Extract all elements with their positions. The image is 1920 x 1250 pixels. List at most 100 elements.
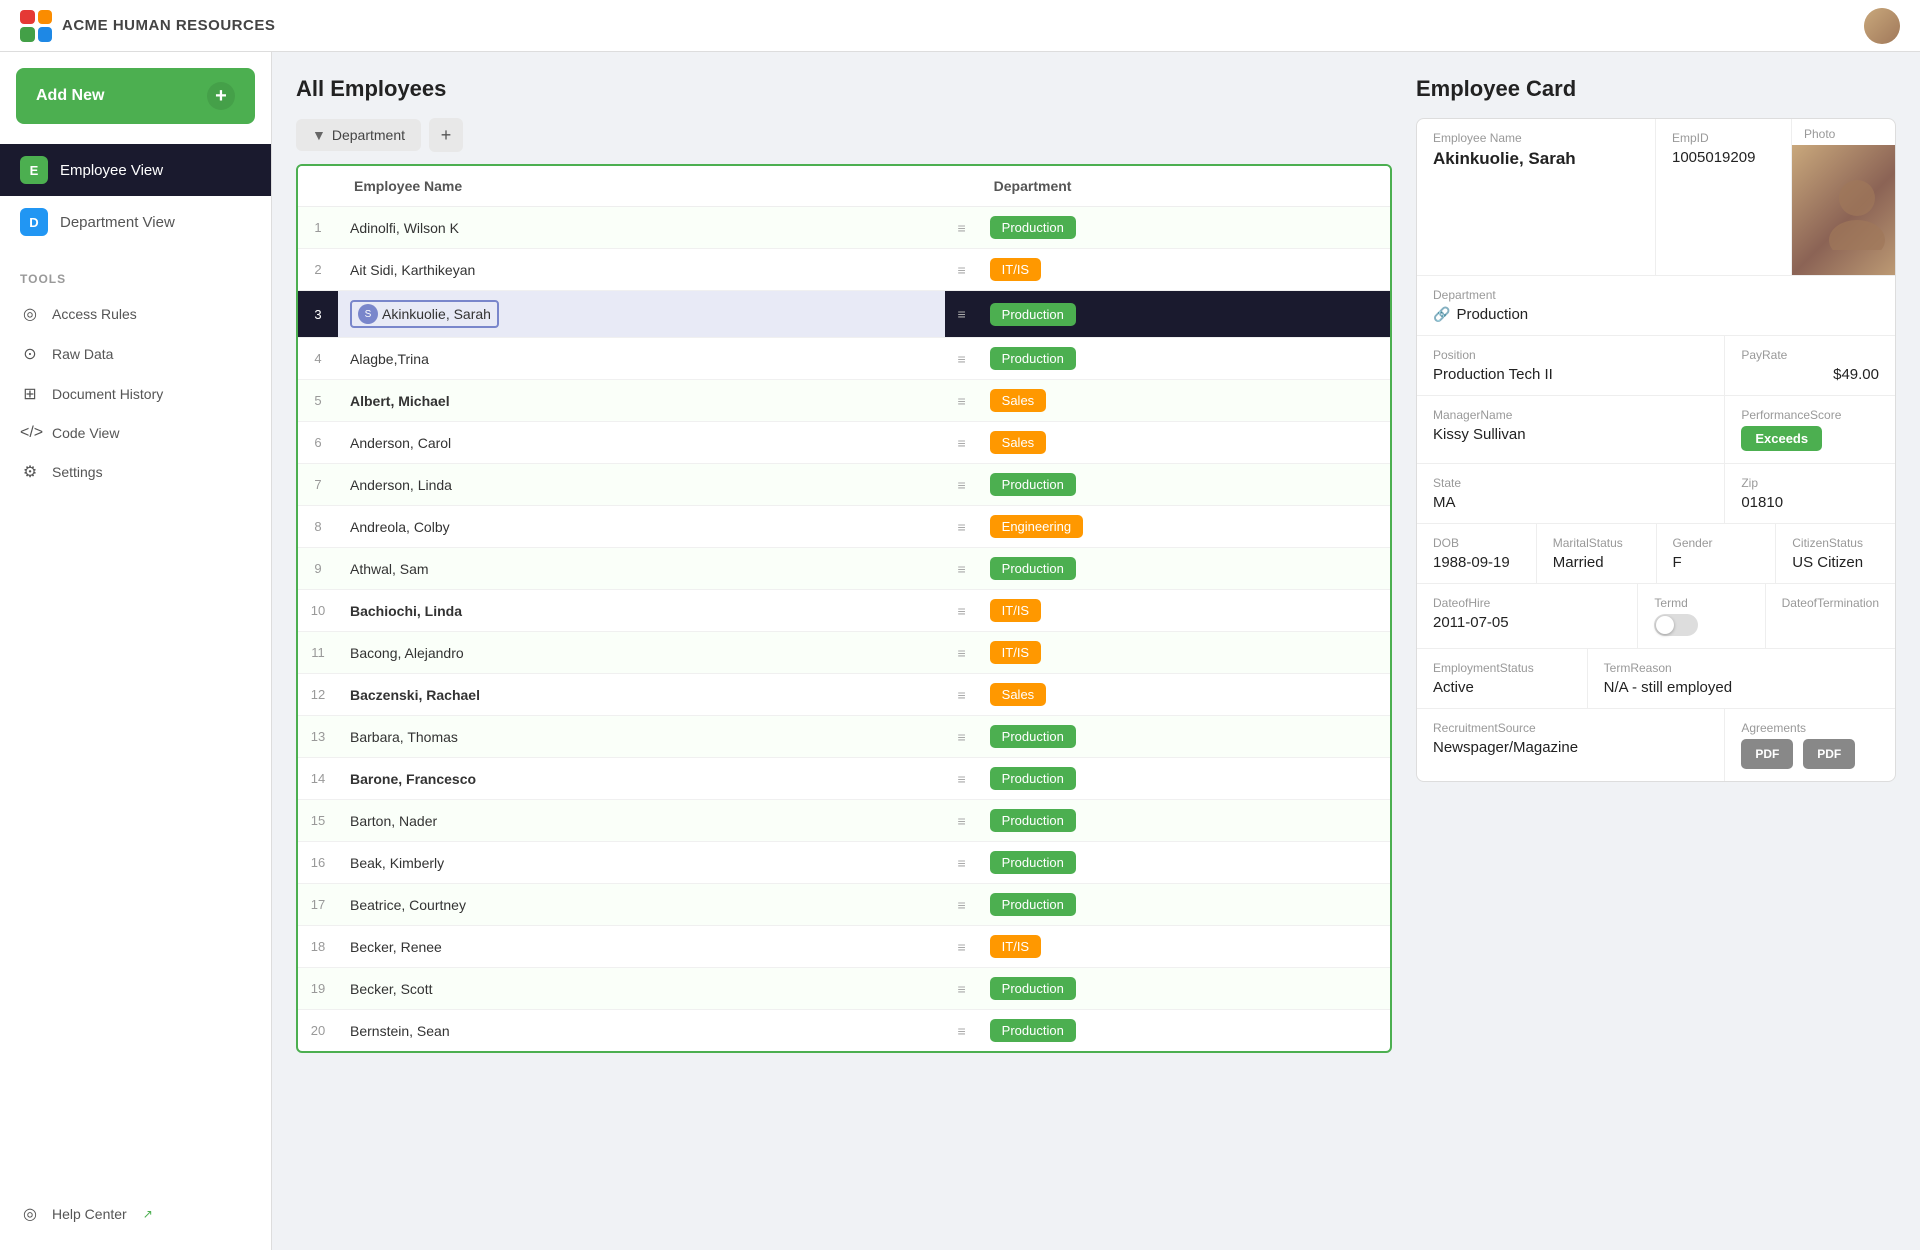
row-department: Production — [978, 842, 1390, 884]
header-left: ACME Human Resources — [20, 10, 275, 42]
row-employee-name: Anderson, Linda — [338, 464, 945, 506]
row-action[interactable]: ≡ — [945, 800, 977, 842]
tool-code-view[interactable]: </> Code View — [0, 414, 271, 452]
row-employee-name: Alagbe,Trina — [338, 338, 945, 380]
position-label: Position — [1433, 348, 1708, 362]
tool-raw-data[interactable]: ⊙ Raw Data — [0, 334, 271, 374]
row-number: 16 — [298, 842, 338, 884]
table-row[interactable]: 8Andreola, Colby≡Engineering — [298, 506, 1390, 548]
row-department: Engineering — [978, 506, 1390, 548]
table-row[interactable]: 1Adinolfi, Wilson K≡Production — [298, 207, 1390, 249]
row-action[interactable]: ≡ — [945, 548, 977, 590]
tool-document-history[interactable]: ⊞ Document History — [0, 374, 271, 414]
table-row[interactable]: 13Barbara, Thomas≡Production — [298, 716, 1390, 758]
table-row[interactable]: 18Becker, Renee≡IT/IS — [298, 926, 1390, 968]
agreements-label: Agreements — [1741, 721, 1879, 735]
add-filter-button[interactable]: + — [429, 118, 463, 152]
row-employee-name: Athwal, Sam — [338, 548, 945, 590]
row-action[interactable]: ≡ — [945, 380, 977, 422]
table-row[interactable]: 12Baczenski, Rachael≡Sales — [298, 674, 1390, 716]
dept-link[interactable]: 🔗 Production — [1433, 306, 1879, 323]
table-row[interactable]: 2Ait Sidi, Karthikeyan≡IT/IS — [298, 249, 1390, 291]
add-new-button[interactable]: Add New + — [16, 68, 255, 124]
sidebar-item-department-view[interactable]: D Department View — [0, 196, 271, 248]
row-number: 3 — [298, 291, 338, 338]
row-action[interactable]: ≡ — [945, 884, 977, 926]
help-center-item[interactable]: ◎ Help Center ↗ — [0, 1194, 271, 1234]
row-employee-name: Beatrice, Courtney — [338, 884, 945, 926]
settings-label: Settings — [52, 464, 103, 480]
termd-label: Termd — [1654, 596, 1748, 610]
card-row-position: Position Production Tech II PayRate $49.… — [1417, 336, 1895, 396]
table-row[interactable]: 14Barone, Francesco≡Production — [298, 758, 1390, 800]
table-row[interactable]: 20Bernstein, Sean≡Production — [298, 1010, 1390, 1052]
app-title: ACME Human Resources — [62, 17, 275, 34]
help-label: Help Center — [52, 1206, 127, 1222]
raw-data-icon: ⊙ — [20, 344, 40, 364]
row-number: 4 — [298, 338, 338, 380]
row-action[interactable]: ≡ — [945, 291, 977, 338]
table-row[interactable]: 19Becker, Scott≡Production — [298, 968, 1390, 1010]
performance-badge: Exceeds — [1741, 426, 1822, 451]
row-action[interactable]: ≡ — [945, 758, 977, 800]
tool-access-rules[interactable]: ◎ Access Rules — [0, 294, 271, 334]
table-row[interactable]: 6Anderson, Carol≡Sales — [298, 422, 1390, 464]
table-row[interactable]: 15Barton, Nader≡Production — [298, 800, 1390, 842]
table-row[interactable]: 17Beatrice, Courtney≡Production — [298, 884, 1390, 926]
row-action[interactable]: ≡ — [945, 590, 977, 632]
row-number: 11 — [298, 632, 338, 674]
row-action[interactable]: ≡ — [945, 842, 977, 884]
department-filter-button[interactable]: ▼ Department — [296, 119, 421, 151]
table-row[interactable]: 4Alagbe,Trina≡Production — [298, 338, 1390, 380]
hire-label: DateofHire — [1433, 596, 1621, 610]
card-row-name: Employee Name Akinkuolie, Sarah EmpID 10… — [1417, 119, 1895, 276]
table-row[interactable]: 9Athwal, Sam≡Production — [298, 548, 1390, 590]
row-action[interactable]: ≡ — [945, 249, 977, 291]
row-action[interactable]: ≡ — [945, 506, 977, 548]
sidebar-item-employee-view[interactable]: E Employee View — [0, 144, 271, 196]
row-number: 15 — [298, 800, 338, 842]
pdf-button-1[interactable]: PDF — [1741, 739, 1793, 769]
row-action[interactable]: ≡ — [945, 716, 977, 758]
employee-card-section: Employee Card Employee Name Akinkuolie, … — [1416, 76, 1896, 782]
col-dept: Department — [978, 166, 1390, 207]
row-number: 20 — [298, 1010, 338, 1052]
term-date-cell: DateofTermination — [1766, 584, 1895, 648]
gender-label: Gender — [1673, 536, 1760, 550]
dob-value: 1988-09-19 — [1433, 554, 1520, 571]
termd-toggle[interactable] — [1654, 614, 1698, 636]
row-action[interactable]: ≡ — [945, 207, 977, 249]
main-layout: Add New + E Employee View D Department V… — [0, 52, 1920, 1250]
table-row[interactable]: 3SAkinkuolie, Sarah≡Production — [298, 291, 1390, 338]
row-number: 13 — [298, 716, 338, 758]
raw-data-label: Raw Data — [52, 346, 113, 362]
row-action[interactable]: ≡ — [945, 926, 977, 968]
avatar-image — [1864, 8, 1900, 44]
agreements-buttons: PDF PDF — [1741, 739, 1879, 769]
table-header-row: Employee Name Department — [298, 166, 1390, 207]
row-action[interactable]: ≡ — [945, 338, 977, 380]
row-number: 1 — [298, 207, 338, 249]
table-row[interactable]: 10Bachiochi, Linda≡IT/IS — [298, 590, 1390, 632]
logo-dot-4 — [38, 27, 53, 42]
logo-dot-2 — [38, 10, 53, 25]
logo-dot-3 — [20, 27, 35, 42]
gender-cell: Gender F — [1657, 524, 1777, 583]
tool-settings[interactable]: ⚙ Settings — [0, 452, 271, 492]
termd-cell: Termd — [1638, 584, 1765, 648]
marital-label: MaritalStatus — [1553, 536, 1640, 550]
add-new-plus-icon: + — [207, 82, 235, 110]
user-avatar[interactable] — [1864, 8, 1900, 44]
row-action[interactable]: ≡ — [945, 422, 977, 464]
table-row[interactable]: 11Bacong, Alejandro≡IT/IS — [298, 632, 1390, 674]
pdf-button-2[interactable]: PDF — [1803, 739, 1855, 769]
table-row[interactable]: 7Anderson, Linda≡Production — [298, 464, 1390, 506]
row-action[interactable]: ≡ — [945, 632, 977, 674]
row-action[interactable]: ≡ — [945, 464, 977, 506]
row-action[interactable]: ≡ — [945, 968, 977, 1010]
row-action[interactable]: ≡ — [945, 1010, 977, 1052]
table-row[interactable]: 5Albert, Michael≡Sales — [298, 380, 1390, 422]
row-action[interactable]: ≡ — [945, 674, 977, 716]
row-employee-name: Anderson, Carol — [338, 422, 945, 464]
table-row[interactable]: 16Beak, Kimberly≡Production — [298, 842, 1390, 884]
